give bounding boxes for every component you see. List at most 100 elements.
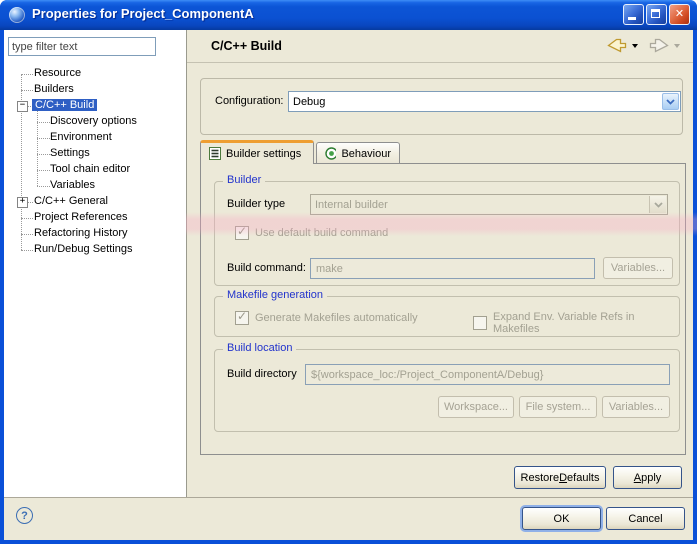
tree-item-run-debug-settings[interactable]: Run/Debug Settings (4, 242, 186, 258)
tree-item-label: Project References (34, 211, 128, 223)
tree-item-label: Refactoring History (34, 227, 128, 239)
file-system-button: File system... (519, 396, 597, 418)
build-command-label: Build command: (227, 262, 306, 274)
combo-dropdown-button-disabled (649, 196, 666, 213)
back-dropdown-icon[interactable] (632, 44, 638, 48)
bottom-separator (4, 497, 693, 498)
maximize-icon (651, 9, 660, 18)
tree-item-label: Discovery options (50, 115, 137, 127)
chevron-down-icon (654, 202, 663, 208)
tree-item-label: Variables (50, 179, 95, 191)
builder-type-label: Builder type (227, 198, 285, 210)
tree-item-label: Run/Debug Settings (34, 243, 132, 255)
combo-dropdown-button[interactable] (662, 93, 679, 110)
expand-env-refs-row: Expand Env. Variable Refs in Makefiles (473, 311, 679, 335)
configuration-value: Debug (289, 96, 661, 108)
restore-defaults-button[interactable]: Restore Defaults (514, 466, 606, 489)
configuration-label: Configuration: (215, 95, 284, 107)
builder-settings-panel: Builder Builder type Internal builder Us… (200, 163, 686, 455)
tree-item-label: Builders (34, 83, 74, 95)
build-directory-label: Build directory (227, 368, 297, 380)
tree-item-environment[interactable]: Environment (4, 130, 186, 146)
cancel-button[interactable]: Cancel (606, 507, 685, 530)
help-button[interactable]: ? (16, 507, 33, 524)
tree-item-refactoring-history[interactable]: Refactoring History (4, 226, 186, 242)
variables-button: Variables... (603, 257, 673, 279)
tree-item-resource[interactable]: Resource (4, 66, 186, 82)
configuration-combo[interactable]: Debug (288, 91, 681, 112)
build-directory-field: ${workspace_loc:/Project_ComponentA/Debu… (305, 364, 670, 385)
minimize-icon (628, 17, 636, 20)
history-nav (607, 38, 683, 53)
forward-icon (649, 38, 669, 53)
expand-env-refs-label: Expand Env. Variable Refs in Makefiles (493, 311, 679, 335)
build-command-field: make (310, 258, 595, 279)
filter-input[interactable] (8, 37, 156, 56)
chevron-down-icon (666, 99, 675, 105)
builder-type-combo: Internal builder (310, 194, 668, 215)
generate-makefiles-checkbox (235, 311, 249, 325)
workspace-button: Workspace... (438, 396, 514, 418)
build-location-group: Build location Build directory ${workspa… (214, 349, 680, 432)
tree-item-label: Tool chain editor (50, 163, 130, 175)
builder-type-value: Internal builder (311, 199, 648, 211)
tab-label: Behaviour (341, 148, 391, 160)
window-icon[interactable] (9, 7, 25, 23)
makefile-generation-title: Makefile generation (223, 289, 327, 301)
tree-item-label: C/C++ Build (32, 99, 97, 111)
tab-label: Builder settings (226, 148, 301, 160)
build-location-title: Build location (223, 342, 296, 354)
window-title: Properties for Project_ComponentA (32, 6, 254, 21)
panel-divider[interactable] (186, 30, 187, 497)
generate-makefiles-row: Generate Makefiles automatically (235, 311, 418, 325)
close-button[interactable]: ✕ (669, 4, 690, 25)
use-default-build-command-row: Use default build command (235, 226, 388, 240)
restore-defaults-label-end: efaults (567, 472, 599, 484)
tree-item-project-references[interactable]: Project References (4, 210, 186, 226)
tree-item-cpp-build[interactable]: C/C++ Build (4, 98, 186, 114)
apply-button[interactable]: Apply (613, 466, 682, 489)
expand-env-refs-checkbox (473, 316, 487, 330)
help-icon: ? (21, 510, 28, 522)
builder-group: Builder Builder type Internal builder Us… (214, 181, 680, 286)
configuration-group: Configuration: Debug (200, 78, 683, 135)
tree-item-label: Settings (50, 147, 90, 159)
generate-makefiles-label: Generate Makefiles automatically (255, 312, 418, 324)
builder-settings-icon (209, 147, 221, 160)
tree-item-label: C/C++ General (34, 195, 108, 207)
builder-group-title: Builder (223, 174, 265, 186)
tree-item-tool-chain-editor[interactable]: Tool chain editor (4, 162, 186, 178)
tree-item-settings[interactable]: Settings (4, 146, 186, 162)
apply-accel: A (634, 472, 641, 484)
tree-item-builders[interactable]: Builders (4, 82, 186, 98)
restore-defaults-accel: D (559, 472, 567, 484)
restore-defaults-label: Restore (521, 472, 560, 484)
ok-button[interactable]: OK (522, 507, 601, 530)
maximize-button[interactable] (646, 4, 667, 25)
tree-item-cpp-general[interactable]: C/C++ General (4, 194, 186, 210)
tab-behaviour[interactable]: Behaviour (316, 142, 400, 164)
sidebar: Resource Builders C/C++ Build Discovery … (4, 30, 186, 497)
properties-dialog: Properties for Project_ComponentA ✕ Reso… (0, 0, 697, 544)
window-controls: ✕ (623, 4, 690, 25)
tab-builder-settings[interactable]: Builder settings (200, 140, 314, 164)
apply-label: pply (641, 472, 661, 484)
behaviour-icon (325, 147, 336, 160)
tree-item-discovery-options[interactable]: Discovery options (4, 114, 186, 130)
tree-item-label: Environment (50, 131, 112, 143)
makefile-generation-group: Makefile generation Generate Makefiles a… (214, 296, 680, 337)
minimize-button[interactable] (623, 4, 644, 25)
tree-item-label: Resource (34, 67, 81, 79)
forward-dropdown-icon (674, 44, 680, 48)
tree-collapse-minus-icon[interactable] (17, 101, 28, 112)
close-icon: ✕ (670, 7, 689, 20)
back-icon[interactable] (607, 38, 627, 53)
tree-item-variables[interactable]: Variables (4, 178, 186, 194)
use-default-build-command-label: Use default build command (255, 227, 388, 239)
variables-button-location: Variables... (602, 396, 670, 418)
page-title: C/C++ Build (211, 39, 282, 53)
use-default-build-command-checkbox (235, 226, 249, 240)
dialog-body: Resource Builders C/C++ Build Discovery … (4, 30, 693, 540)
tree-expand-plus-icon[interactable] (17, 197, 28, 208)
page-header: C/C++ Build (187, 30, 693, 63)
